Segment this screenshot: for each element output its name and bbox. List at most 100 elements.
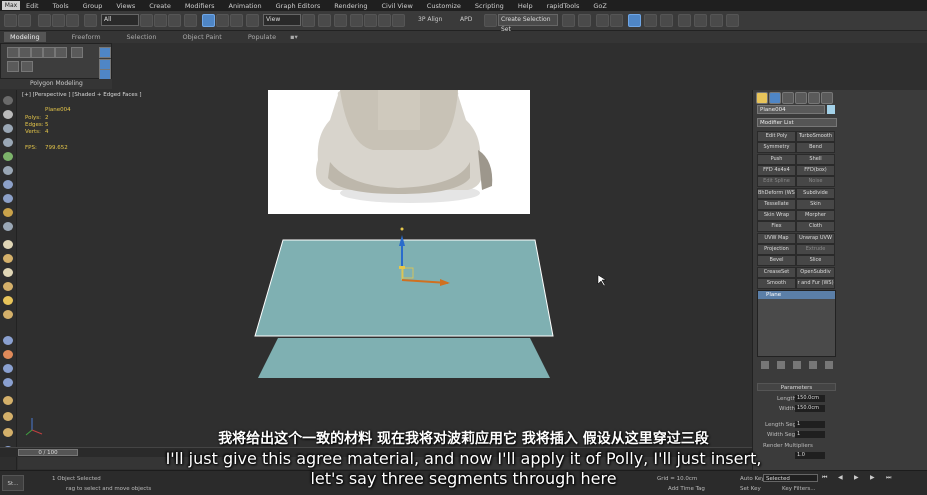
modifier-button[interactable]: r and Fur (WS) [796,277,835,289]
menu-animation[interactable]: Animation [229,2,262,10]
preview-off-icon[interactable] [7,61,19,72]
modifier-button[interactable]: Unwrap UVW [796,232,835,244]
tab-selection[interactable]: Selection [127,33,157,41]
use-nurms-icon[interactable] [21,61,33,72]
create-spacewarp-icon[interactable] [3,296,13,305]
modifier-button[interactable]: Bend [796,142,835,154]
create-teapot-icon[interactable] [3,208,13,217]
modifier-button[interactable]: Tessellate [757,198,796,210]
show-end-result-icon[interactable] [777,361,785,369]
menu-scripting[interactable]: Scripting [475,2,504,10]
sub-object-border-icon[interactable] [31,47,43,58]
create-panel-tab-icon[interactable] [756,92,768,104]
create-camera-icon[interactable] [3,268,13,277]
menu-create[interactable]: Create [149,2,171,10]
modifier-button[interactable]: FFD 4x4x4 [757,164,796,176]
modifier-bend-icon[interactable] [3,336,13,345]
keyboard-shortcut-icon[interactable] [334,14,347,27]
modifier-button[interactable]: Edit Poly [757,131,796,142]
modifier-button[interactable]: BhDeform (WS) [757,187,796,199]
layer-manager-icon[interactable] [596,14,609,27]
modifier-list-dropdown[interactable]: Modifier List [757,118,837,127]
plane-lower[interactable] [258,338,550,378]
create-torus-icon[interactable] [3,166,13,175]
rect-selection-icon[interactable] [168,14,181,27]
create-cone-icon[interactable] [3,180,13,189]
percent-snap-icon[interactable] [378,14,391,27]
placement-icon[interactable] [246,14,259,27]
curve-editor-icon[interactable] [644,14,657,27]
sub-object-edge-icon[interactable] [19,47,31,58]
tab-freeform[interactable]: Freeform [72,33,101,41]
render-setup-icon[interactable] [694,14,707,27]
menu-views[interactable]: Views [116,2,135,10]
object-name-field[interactable]: Plane004 [757,105,825,114]
menu-help[interactable]: Help [518,2,533,10]
sub-object-polygon-icon[interactable] [43,47,55,58]
menu-civil-view[interactable]: Civil View [381,2,412,10]
select-by-name-icon[interactable] [154,14,167,27]
modifier-button[interactable]: Morpher [796,210,835,222]
rendered-frame-window-icon[interactable] [710,14,723,27]
modifier-button[interactable]: OpenSubdiv [796,266,835,278]
create-systems-icon[interactable] [3,310,13,319]
modifier-button[interactable]: Extrude [796,244,835,255]
select-object-icon[interactable] [84,14,97,27]
tab-modeling[interactable]: Modeling [4,32,46,42]
bind-spacewarp-icon[interactable] [66,14,79,27]
select-manipulate-icon[interactable] [318,14,331,27]
width-field[interactable]: 150.0cm [795,405,825,412]
viewport-label[interactable]: [+] [Perspective ] [Shaded + Edged Faces… [22,92,142,98]
graphite-tools-icon[interactable] [628,14,641,27]
modifier-button[interactable]: Subdivide [796,187,835,199]
stack-item-plane[interactable]: Plane [758,291,835,299]
utilities-panel-tab-icon[interactable] [821,92,833,104]
modifier-button[interactable]: TurboSmooth [796,131,835,142]
modifier-button[interactable]: Projection [757,244,796,255]
create-plane-icon[interactable] [3,152,13,161]
remove-modifier-icon[interactable] [809,361,817,369]
create-shape-icon[interactable] [3,240,13,249]
modifier-button[interactable]: Symmetry [757,142,796,154]
render-production-icon[interactable] [726,14,739,27]
link-icon[interactable] [38,14,51,27]
pivot-center-icon[interactable] [302,14,315,27]
modifier-button[interactable]: Cloth [796,221,835,233]
pin-stack-button-icon[interactable] [761,361,769,369]
ref-coord-dropdown[interactable]: View [263,14,301,26]
ribbon-options-icon[interactable]: ▪▾ [290,33,298,41]
make-unique-button-icon[interactable] [793,361,801,369]
align-label[interactable]: 3P Align [418,16,442,23]
menu-customize[interactable]: Customize [427,2,461,10]
modifier-twist-icon[interactable] [3,364,13,373]
modifier-button[interactable]: Shell [796,153,835,165]
create-pyramid-icon[interactable] [3,222,13,231]
modifier-button[interactable]: Bevel [757,255,796,267]
select-icon[interactable] [140,14,153,27]
viewport-layout-icon[interactable] [3,96,13,105]
menu-group[interactable]: Group [83,2,103,10]
align-icon[interactable] [578,14,591,27]
motion-panel-tab-icon[interactable] [795,92,807,104]
modifier-button[interactable]: Edit Spline [757,176,796,188]
app-logo-icon[interactable]: Max [2,1,20,10]
menu-rapidtools[interactable]: rapidTools [547,2,580,10]
modifier-button[interactable]: Noise [796,176,835,188]
toggle-scene-explorer-icon[interactable] [610,14,623,27]
modifier-noise-icon[interactable] [3,378,13,387]
modifier-button[interactable]: Slice [796,255,835,267]
material-editor-icon[interactable] [678,14,691,27]
selection-filter-dropdown[interactable]: All [101,14,139,26]
modifier-button[interactable]: Flex [757,221,796,233]
modifier-button[interactable]: Smooth [757,277,796,289]
selection-set-dropdown[interactable]: Create Selection Set [498,14,558,33]
object-color-swatch[interactable] [827,105,835,114]
menu-rendering[interactable]: Rendering [334,2,367,10]
create-box-icon[interactable] [3,124,13,133]
modifier-button[interactable]: Push [757,153,796,165]
edit-named-sets-icon[interactable] [484,14,497,27]
undo-icon[interactable] [4,14,17,27]
menu-goz[interactable]: GoZ [593,2,606,10]
modifier-button[interactable]: UVW Map [757,232,796,244]
polygon-modeling-panel-label[interactable]: Polygon Modeling [0,79,112,89]
